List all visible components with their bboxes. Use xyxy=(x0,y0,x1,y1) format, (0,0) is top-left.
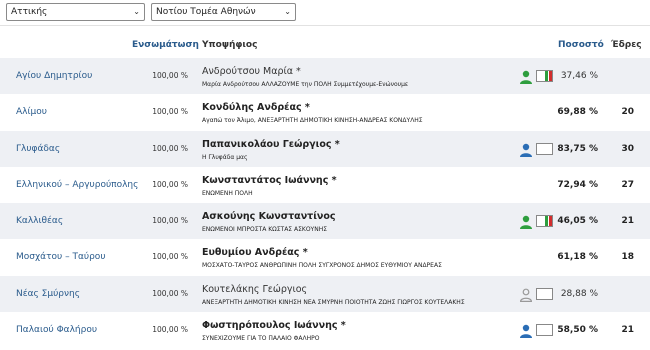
candidate-name: Κουτελάκης Γεώργιος xyxy=(202,283,308,295)
integration-value: 100,00 % xyxy=(152,252,188,262)
percentage-value: 69,88 % xyxy=(557,107,598,118)
table-row: Νέας Σμύρνης 100,00 % Κουτελάκης Γεώργιος Α… xyxy=(0,275,650,313)
percentage-value: 37,46 % xyxy=(560,71,598,81)
percentage-value: 28,88 % xyxy=(560,288,598,299)
party-name: Μαρία Ανδρούτσου ΑΛΛΑΖΟΥΜΕ την ΠΟΛΗ Συμμ… xyxy=(202,81,409,88)
percentage-value: 61,18 % xyxy=(557,252,598,263)
municipality-link[interactable]: Αγίου Δημητρίου xyxy=(16,58,92,94)
integration-value: 100,00 % xyxy=(152,179,188,189)
chevron-down-icon: ⌄ xyxy=(133,7,140,16)
integration-value: 100,00 % xyxy=(152,143,188,153)
table-row: Μοσχάτου – Ταύρου 100,00 % Ευθυμίου Ανδρέα… xyxy=(0,239,650,275)
integration-value: 100,00 % xyxy=(152,107,188,117)
blue-person-icon[interactable] xyxy=(519,142,533,157)
candidate-name: Κονδύλης Ανδρέας * xyxy=(202,102,310,114)
table-row: Αγίου Δημητρίου 100,00 % Ανδρούτσου Μαρία … xyxy=(0,58,650,95)
municipality-link[interactable]: Καλλιθέας xyxy=(16,203,63,239)
green-person-icon[interactable] xyxy=(519,214,533,230)
header-percentage[interactable]: Ποσοστό xyxy=(558,40,604,50)
candidate-name: Ασκούνης Κωνσταντίνος xyxy=(202,211,336,223)
party-name: ΣΥΝΕΧΙΖΟΥΜΕ ΓΙΑ ΤΟ ΠΑΛΑΙΟ ΦΑΛΗΡΟ xyxy=(202,335,320,343)
chevron-down-icon: ⌄ xyxy=(284,7,291,16)
sector-select[interactable]: Νοτίου Τομέα Αθηνών ⌄ xyxy=(151,3,296,21)
seats-value: 20 xyxy=(621,107,634,118)
percentage-value: 58,50 % xyxy=(557,325,598,336)
municipality-link[interactable]: Παλαιού Φαλήρου xyxy=(16,312,97,348)
results-table: Αγίου Δημητρίου 100,00 % Ανδρούτσου Μαρία … xyxy=(0,58,650,348)
table-row: Ελληνικού – Αργυρούπολης 100,00 % Κωνσταντ… xyxy=(0,167,650,203)
header-integration[interactable]: Ενσωμάτωση xyxy=(132,40,199,50)
candidate-name: Ανδρούτσου Μαρία * xyxy=(202,66,301,77)
municipality-link[interactable]: Αλίμου xyxy=(16,94,47,130)
candidate-name: Παπανικολάου Γεώργιος * xyxy=(202,138,340,150)
green-person-icon[interactable] xyxy=(519,69,533,84)
seats-value: 27 xyxy=(621,179,634,190)
seats-value: 21 xyxy=(621,325,634,336)
table-header: Ενσωμάτωση Υποψήφιος Ποσοστό Έδρες xyxy=(0,40,650,54)
integration-value: 100,00 % xyxy=(152,71,188,80)
party-name: ΑΝΕΞΑΡΤΗΤΗ ΔΗΜΟΤΙΚΗ ΚΙΝΗΣΗ ΝΕΑ ΣΜΥΡΝΗ ΠΟ… xyxy=(202,298,465,306)
municipality-link[interactable]: Μοσχάτου – Ταύρου xyxy=(16,239,106,275)
sector-select-value: Νοτίου Τομέα Αθηνών xyxy=(156,7,256,17)
integration-value: 100,00 % xyxy=(152,216,188,226)
table-row: Αλίμου 100,00 % Κονδύλης Ανδρέας * Αγαπώ το… xyxy=(0,94,650,130)
candidate-name: Ευθυμίου Ανδρέας * xyxy=(202,247,308,259)
header-seats: Έδρες xyxy=(611,40,642,50)
percentage-value: 83,75 % xyxy=(557,143,598,154)
party-name: Η Γλυφάδα μας xyxy=(202,153,248,161)
integration-value: 100,00 % xyxy=(152,325,188,335)
municipality-link[interactable]: Γλυφάδας xyxy=(16,131,60,167)
party-name: ΜΟΣΧΑΤΟ-ΤΑΥΡΟΣ ΑΝΘΡΩΠΙΝΗ ΠΟΛΗ ΣΥΓΧΡΟΝΟΣ … xyxy=(202,262,442,270)
filter-bar: Αττικής ⌄ Νοτίου Τομέα Αθηνών ⌄ xyxy=(0,0,650,26)
candidate-name: Κωνσταντάτος Ιωάννης * xyxy=(202,174,337,186)
percentage-value: 72,94 % xyxy=(557,179,598,190)
table-row: Παλαιού Φαλήρου 100,00 % Φωστηρόπουλος Ιωά… xyxy=(0,312,650,348)
region-select-value: Αττικής xyxy=(11,7,48,17)
blue-person-icon[interactable] xyxy=(519,323,533,339)
candidate-name: Φωστηρόπουλος Ιωάννης * xyxy=(202,320,346,332)
integration-value: 100,00 % xyxy=(152,288,188,298)
header-candidate: Υποψήφιος xyxy=(202,40,258,50)
municipality-link[interactable]: Ελληνικού – Αργυρούπολης xyxy=(16,167,138,203)
party-name: ΕΝΩΜΕΝΗ ΠΟΛΗ xyxy=(202,189,253,197)
region-select[interactable]: Αττικής ⌄ xyxy=(6,3,145,21)
table-row: Καλλιθέας 100,00 % Ασκούνης Κωνσταντίνος ΕΝ… xyxy=(0,203,650,240)
table-row: Γλυφάδας 100,00 % Παπανικολάου Γεώργιος * Η… xyxy=(0,130,650,167)
party-name: ΕΝΩΜΕΝΟΙ ΜΠΡΟΣΤΑ ΚΩΣΤΑΣ ΑΣΚΟΥΝΗΣ xyxy=(202,226,328,234)
municipality-link[interactable]: Νέας Σμύρνης xyxy=(16,276,80,312)
gray-person-icon[interactable] xyxy=(519,287,533,302)
percentage-value: 46,05 % xyxy=(557,216,598,227)
seats-value: 18 xyxy=(621,252,634,263)
seats-value: 21 xyxy=(621,216,634,227)
seats-value: 30 xyxy=(621,143,634,154)
party-name: Αγαπώ τον Άλιμο, ΑΝΕΞΑΡΤΗΤΗ ΔΗΜΟΤΙΚΗ ΚΙΝ… xyxy=(202,117,423,125)
